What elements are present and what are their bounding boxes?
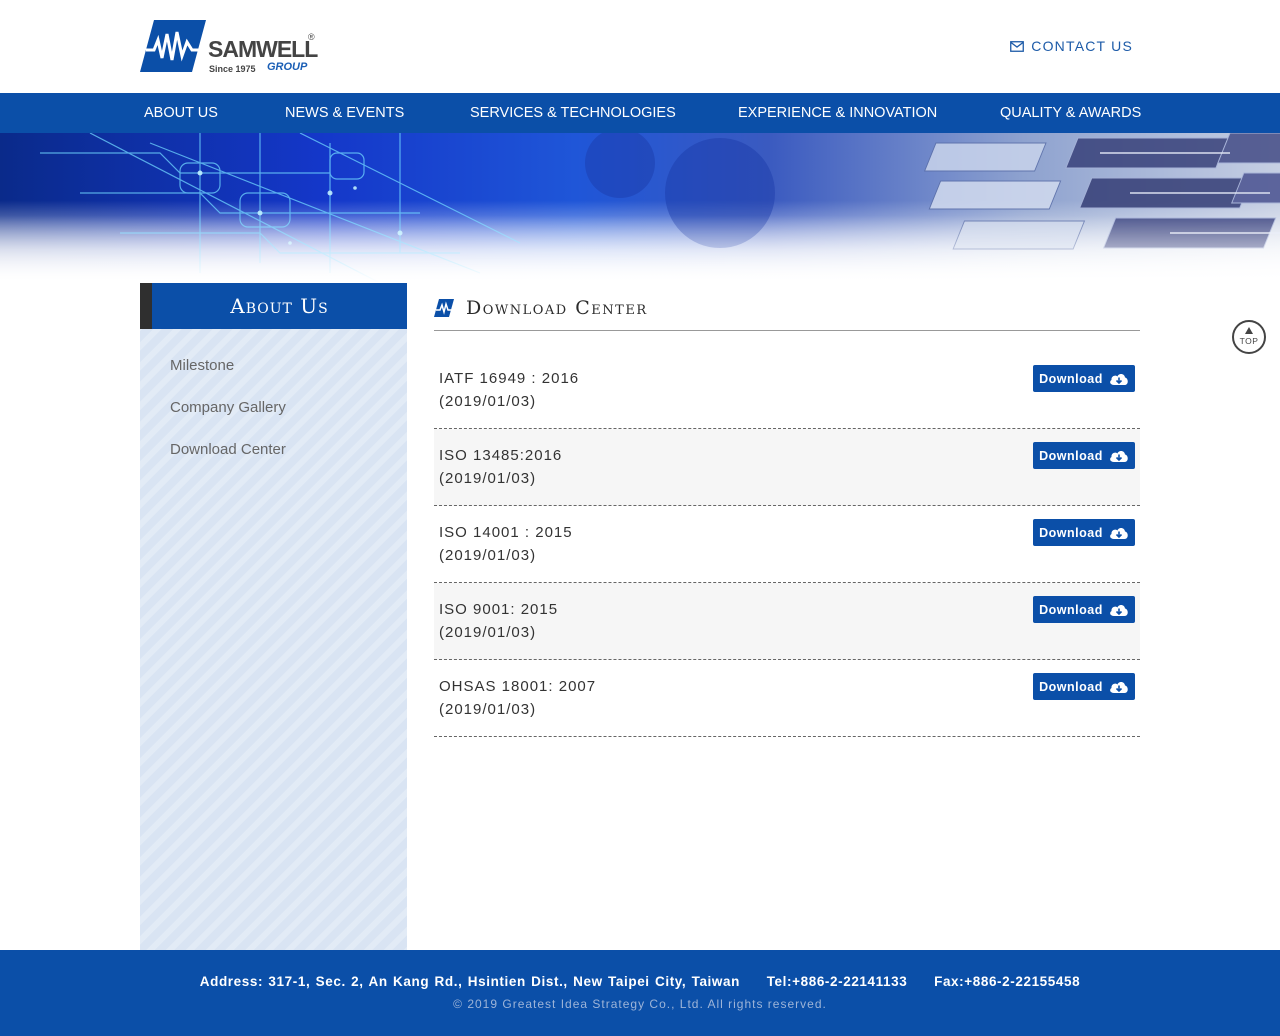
contact-us-link[interactable]: CONTACT US: [1010, 38, 1133, 54]
document-title: ISO 13485:2016: [439, 447, 563, 464]
document-date: (2019/01/03): [439, 701, 537, 718]
section-heading: Download Center: [434, 297, 648, 319]
document-title: IATF 16949 : 2016: [439, 370, 580, 387]
download-button-label: Download: [1039, 679, 1103, 694]
download-button[interactable]: Download: [1033, 365, 1135, 392]
cloud-download-icon: [1109, 373, 1128, 385]
arrow-up-icon: [1245, 327, 1253, 334]
document-date: (2019/01/03): [439, 470, 537, 487]
document-date: (2019/01/03): [439, 393, 537, 410]
download-button[interactable]: Download: [1033, 673, 1135, 700]
footer-copyright: © 2019 Greatest Idea Strategy Co., Ltd. …: [453, 997, 827, 1011]
site-header: SAMWELL ® Since 1975 GROUP CONTACT US: [0, 0, 1280, 93]
back-to-top-label: TOP: [1239, 336, 1259, 346]
contact-us-label: CONTACT US: [1031, 38, 1133, 54]
samwell-bullet-icon: [434, 299, 454, 317]
title-divider: [434, 330, 1140, 331]
document-title: ISO 14001 : 2015: [439, 524, 573, 541]
document-date: (2019/01/03): [439, 547, 537, 564]
download-button-label: Download: [1039, 525, 1103, 540]
nav-item-quality-awards[interactable]: QUALITY & AWARDS: [1000, 93, 1141, 133]
cloud-download-icon: [1109, 450, 1128, 462]
download-button[interactable]: Download: [1033, 442, 1135, 469]
logo-since: Since 1975: [209, 64, 256, 74]
nav-item-services-technologies[interactable]: SERVICES & TECHNOLOGIES: [470, 93, 738, 133]
page-title: Download Center: [466, 297, 648, 319]
hero-banner: [0, 133, 1280, 283]
sidebar-item-company-gallery[interactable]: Company Gallery: [170, 397, 286, 439]
cloud-download-icon: [1109, 527, 1128, 539]
download-button[interactable]: Download: [1033, 519, 1135, 546]
footer-address: Address: 317-1, Sec. 2, An Kang Rd., Hsi…: [199, 974, 1081, 989]
nav-item-news-events[interactable]: NEWS & EVENTS: [285, 93, 470, 133]
main-nav: ABOUT US NEWS & EVENTS SERVICES & TECHNO…: [0, 93, 1280, 133]
sidebar: About Us Milestone Company Gallery Downl…: [140, 283, 407, 950]
samwell-logo[interactable]: SAMWELL ® Since 1975 GROUP: [140, 20, 320, 74]
download-button[interactable]: Download: [1033, 596, 1135, 623]
site-footer: Address: 317-1, Sec. 2, An Kang Rd., Hsi…: [0, 950, 1280, 1036]
sidebar-item-milestone[interactable]: Milestone: [170, 355, 286, 397]
download-list: IATF 16949 : 2016 (2019/01/03) Download …: [434, 352, 1140, 737]
download-row: OHSAS 18001: 2007 (2019/01/03) Download: [434, 660, 1140, 737]
back-to-top-button[interactable]: TOP: [1232, 320, 1266, 354]
logo-wordmark: SAMWELL: [208, 36, 318, 62]
envelope-icon: [1010, 40, 1025, 52]
download-button-label: Download: [1039, 602, 1103, 617]
nav-item-about-us[interactable]: ABOUT US: [144, 93, 285, 133]
logo-group: GROUP: [267, 61, 308, 73]
sidebar-item-download-center[interactable]: Download Center: [170, 439, 286, 481]
registered-mark: ®: [308, 32, 315, 42]
document-date: (2019/01/03): [439, 624, 537, 641]
document-title: OHSAS 18001: 2007: [439, 678, 597, 695]
circuit-banner-image: [0, 133, 1280, 283]
samwell-logo-mark: [140, 20, 206, 72]
sidebar-menu: Milestone Company Gallery Download Cente…: [170, 355, 286, 481]
sidebar-header-accent: [140, 283, 152, 329]
download-row: ISO 14001 : 2015 (2019/01/03) Download: [434, 506, 1140, 583]
sidebar-header: About Us: [140, 283, 407, 329]
download-button-label: Download: [1039, 371, 1103, 386]
sidebar-title: About Us: [230, 294, 329, 318]
download-row: ISO 9001: 2015 (2019/01/03) Download: [434, 583, 1140, 660]
document-title: ISO 9001: 2015: [439, 601, 559, 618]
download-row: IATF 16949 : 2016 (2019/01/03) Download: [434, 352, 1140, 429]
download-button-label: Download: [1039, 448, 1103, 463]
download-row: ISO 13485:2016 (2019/01/03) Download: [434, 429, 1140, 506]
nav-item-experience-innovation[interactable]: EXPERIENCE & INNOVATION: [738, 93, 1000, 133]
cloud-download-icon: [1109, 604, 1128, 616]
cloud-download-icon: [1109, 681, 1128, 693]
